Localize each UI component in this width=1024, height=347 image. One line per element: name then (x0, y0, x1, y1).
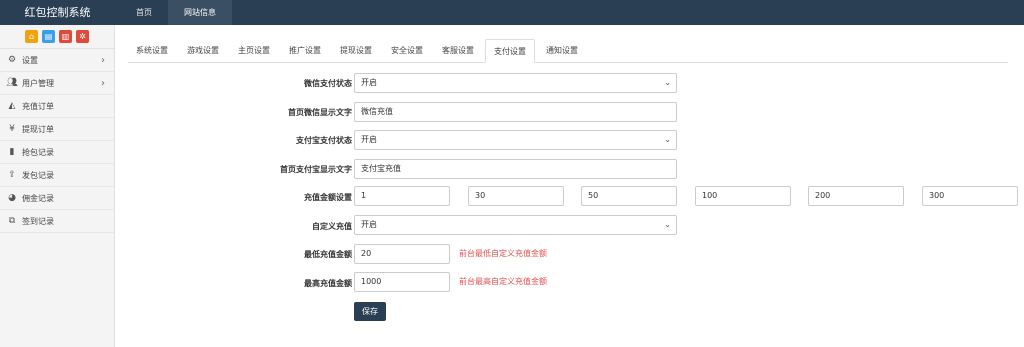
wechat-text-input[interactable]: 微信充值 (354, 102, 677, 122)
min-amount-input[interactable]: 20 (354, 244, 450, 264)
sidebar-item-label: 签到记录 (22, 217, 54, 226)
sidebar: ⌂ ▤ ▥ ✲ ⚙ 设置 › 👥︎ 用户管理 › ◭ 充值订单 ¥ 提现订单 ▮… (0, 25, 115, 347)
sidebar-item-withdraw-orders[interactable]: ¥ 提现订单 (0, 118, 114, 141)
tab-system[interactable]: 系统设置 (128, 39, 176, 62)
amount-input-6[interactable]: 300 (922, 186, 1018, 206)
save-button[interactable]: 保存 (354, 302, 386, 321)
sidebar-item-users[interactable]: 👥︎ 用户管理 › (0, 72, 114, 95)
top-bar: 红包控制系统 首页 网站信息 (0, 0, 1024, 25)
sidebar-item-settings[interactable]: ⚙ 设置 › (0, 49, 114, 72)
wechat-status-label: 微信支付状态 (304, 79, 352, 88)
trash-icon[interactable]: ▥ (59, 30, 72, 43)
sidebar-item-send-records[interactable]: ⇪ 发包记录 (0, 164, 114, 187)
sidebar-item-label: 设置 (22, 56, 38, 65)
sidebar-item-commission-records[interactable]: ◕ 佣金记录 (0, 187, 114, 210)
custom-recharge-value: 开启 (361, 220, 377, 229)
pie-chart-icon: ◕ (8, 193, 16, 203)
amount-input-2[interactable]: 30 (468, 186, 564, 206)
bar-chart-icon: ▮ (9, 147, 15, 157)
settings-icon[interactable]: ✲ (76, 30, 89, 43)
topnav-home[interactable]: 首页 (120, 0, 168, 25)
sidebar-item-label: 佣金记录 (22, 194, 54, 203)
wechat-text-label: 首页微信显示文字 (288, 108, 352, 117)
tab-homepage[interactable]: 主页设置 (230, 39, 278, 62)
sidebar-item-label: 发包记录 (22, 171, 54, 180)
sidebar-item-label: 充值订单 (22, 102, 54, 111)
home-icon[interactable]: ⌂ (25, 30, 38, 43)
custom-recharge-select[interactable]: 开启 ⌄ (354, 215, 677, 235)
custom-recharge-label: 自定义充值 (312, 222, 352, 231)
document-icon[interactable]: ▤ (42, 30, 55, 43)
chevron-down-icon: ⌄ (664, 220, 671, 229)
chevron-down-icon: ⌄ (664, 78, 671, 87)
app-title: 红包控制系统 (24, 6, 91, 19)
wechat-status-select[interactable]: 开启 ⌄ (354, 73, 677, 93)
tab-game[interactable]: 游戏设置 (179, 39, 227, 62)
gears-icon: ⚙ (7, 55, 17, 65)
tab-security[interactable]: 安全设置 (383, 39, 431, 62)
clone-icon: ⧉ (8, 216, 16, 226)
alipay-text-label: 首页支付宝显示文字 (280, 165, 352, 174)
tab-payment[interactable]: 支付设置 (485, 39, 535, 63)
sidebar-item-checkin-records[interactable]: ⧉ 签到记录 (0, 210, 114, 233)
max-amount-label: 最高充值金额 (304, 279, 352, 288)
amount-input-4[interactable]: 100 (695, 186, 791, 206)
yen-icon: ¥ (9, 124, 15, 134)
max-amount-input[interactable]: 1000 (354, 272, 450, 292)
amount-input-3[interactable]: 50 (581, 186, 677, 206)
alipay-status-label: 支付宝支付状态 (296, 136, 352, 145)
chevron-right-icon: › (101, 78, 105, 89)
sidebar-item-label: 提现订单 (22, 125, 54, 134)
amount-input-5[interactable]: 200 (808, 186, 904, 206)
chevron-right-icon: › (101, 55, 105, 66)
top-nav: 首页 网站信息 (120, 0, 232, 25)
min-amount-hint: 前台最低自定义充值金额 (459, 249, 547, 258)
alipay-status-value: 开启 (361, 135, 377, 144)
tab-notification[interactable]: 通知设置 (538, 39, 586, 62)
shortcut-bar: ⌂ ▤ ▥ ✲ (0, 25, 114, 49)
amount-input-1[interactable]: 1 (354, 186, 450, 206)
area-chart-icon: ◭ (8, 101, 16, 111)
max-amount-hint: 前台最高自定义充值金额 (459, 277, 547, 286)
chevron-down-icon: ⌄ (664, 135, 671, 144)
tab-customer-service[interactable]: 客服设置 (434, 39, 482, 62)
tab-withdraw[interactable]: 提现设置 (332, 39, 380, 62)
alipay-status-select[interactable]: 开启 ⌄ (354, 130, 677, 150)
alipay-text-input[interactable]: 支付宝充值 (354, 159, 677, 179)
sidebar-item-recharge-orders[interactable]: ◭ 充值订单 (0, 95, 114, 118)
sidebar-item-label: 抢包记录 (22, 148, 54, 157)
wechat-status-value: 开启 (361, 78, 377, 87)
min-amount-label: 最低充值金额 (304, 250, 352, 259)
sidebar-item-label: 用户管理 (22, 79, 54, 88)
topnav-site-info[interactable]: 网站信息 (168, 0, 232, 25)
sidebar-item-grab-records[interactable]: ▮ 抢包记录 (0, 141, 114, 164)
amounts-label: 充值金额设置 (304, 193, 352, 202)
tab-promotion[interactable]: 推广设置 (281, 39, 329, 62)
users-icon: 👥︎ (6, 78, 18, 88)
settings-tabs: 系统设置 游戏设置 主页设置 推广设置 提现设置 安全设置 客服设置 支付设置 … (128, 39, 1008, 63)
upload-icon: ⇪ (8, 170, 16, 180)
main-content: 系统设置 游戏设置 主页设置 推广设置 提现设置 安全设置 客服设置 支付设置 … (116, 25, 1024, 347)
